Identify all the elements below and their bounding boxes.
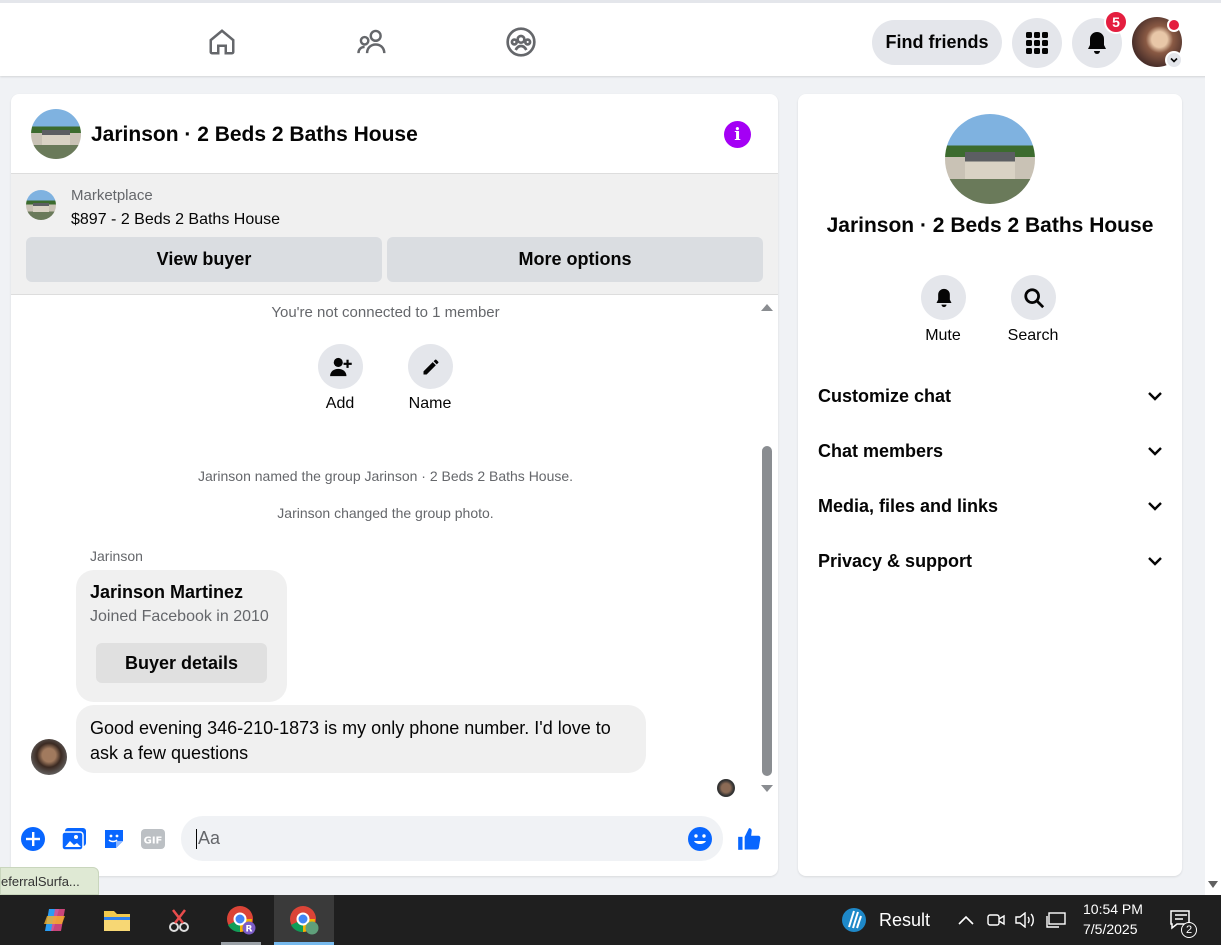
notification-count-badge: 5 — [1104, 10, 1128, 34]
apps-grid-icon[interactable] — [1012, 18, 1062, 68]
name-group-label: Name — [408, 395, 452, 412]
emoji-icon[interactable] — [687, 826, 713, 852]
chat-title[interactable]: Jarinson · 2 Beds 2 Baths House — [91, 123, 418, 147]
section-label: Chat members — [818, 440, 944, 461]
page-scroll-down-arrow[interactable] — [1208, 881, 1218, 889]
chevron-down-icon — [1148, 502, 1162, 511]
home-icon[interactable] — [205, 25, 239, 59]
svg-text:GIF: GIF — [144, 836, 163, 847]
chrome-profile-r-icon[interactable]: R — [213, 895, 269, 945]
message-input[interactable]: Aa — [181, 816, 723, 861]
sender-name: Jarinson — [90, 548, 143, 564]
network-icon[interactable] — [1044, 895, 1068, 945]
add-member-button[interactable] — [318, 344, 363, 389]
top-navigation-bar: Find friends 5 — [0, 0, 1221, 76]
buyer-joined-date: Joined Facebook in 2010 — [90, 608, 269, 625]
photo-gallery-icon[interactable] — [61, 826, 87, 852]
event-photo-changed: Jarinson changed the group photo. — [277, 505, 494, 521]
weather-icon[interactable] — [832, 895, 876, 945]
pencil-icon[interactable] — [408, 344, 453, 389]
chat-info-panel: Jarinson · 2 Beds 2 Baths House Mute Sea… — [798, 94, 1182, 876]
snipping-tool-icon[interactable] — [151, 895, 207, 945]
thumbs-up-icon[interactable] — [736, 826, 762, 852]
chevron-down-icon[interactable] — [1165, 51, 1183, 69]
section-label: Media, files and links — [818, 495, 999, 516]
chevron-down-icon — [1148, 557, 1162, 566]
event-group-named: Jarinson named the group Jarinson · 2 Be… — [197, 468, 574, 484]
search-icon[interactable] — [1011, 275, 1056, 320]
svg-text:R: R — [246, 925, 253, 935]
camera-share-icon[interactable] — [985, 895, 1007, 945]
add-member-label: Add — [325, 395, 355, 412]
scroll-down-arrow[interactable] — [760, 784, 774, 794]
section-customize-chat[interactable]: Customize chat — [818, 376, 1163, 416]
group-photo[interactable] — [31, 109, 81, 159]
windows-taskbar: R Result 10:54 PM 7/5/2025 2 — [0, 895, 1221, 945]
info-panel-title: Jarinson · 2 Beds 2 Baths House — [826, 214, 1154, 237]
chat-scrollbar-thumb[interactable] — [762, 446, 772, 776]
plus-circle-icon[interactable] — [20, 826, 46, 852]
browser-status-link: eferralSurfa... — [0, 867, 99, 895]
chevron-up-icon[interactable] — [955, 895, 977, 945]
copilot-icon[interactable] — [27, 895, 83, 945]
profile-alert-dot — [1167, 18, 1181, 32]
chevron-down-icon — [1148, 392, 1162, 401]
message-input-placeholder: Aa — [198, 828, 221, 848]
chat-panel: Jarinson · 2 Beds 2 Baths House i Market… — [11, 94, 778, 876]
weather-result-label[interactable]: Result — [879, 910, 930, 931]
gif-icon[interactable]: GIF — [140, 826, 166, 852]
scroll-up-arrow[interactable] — [760, 302, 774, 312]
notification-center-icon[interactable]: 2 — [1163, 895, 1199, 945]
find-friends-button[interactable]: Find friends — [872, 20, 1002, 65]
listing-thumbnail — [26, 190, 56, 220]
more-options-button[interactable]: More options — [387, 237, 763, 282]
notification-center-count: 2 — [1181, 922, 1197, 938]
seen-indicator-avatar — [717, 779, 735, 797]
text-caret — [196, 828, 197, 849]
mute-label[interactable]: Mute — [913, 327, 973, 345]
buyer-details-button[interactable]: Buyer details — [96, 643, 267, 683]
section-label: Privacy & support — [818, 550, 973, 571]
chevron-down-icon — [1148, 447, 1162, 456]
buyer-full-name: Jarinson Martinez — [90, 582, 244, 602]
system-clock[interactable]: 10:54 PM 7/5/2025 — [1083, 899, 1143, 939]
bell-icon[interactable] — [921, 275, 966, 320]
sticker-icon[interactable] — [101, 826, 127, 852]
file-explorer-icon[interactable] — [89, 895, 145, 945]
view-buyer-button[interactable]: View buyer — [26, 237, 382, 282]
clock-time: 10:54 PM — [1083, 901, 1143, 917]
listing-price-title: $897 - 2 Beds 2 Baths House — [71, 211, 281, 228]
page-scrollbar[interactable] — [1205, 76, 1221, 895]
section-media-files-links[interactable]: Media, files and links — [818, 486, 1163, 526]
message-bubble[interactable]: Good evening 346-210-1873 is my only pho… — [76, 705, 646, 773]
chrome-active-profile-icon[interactable] — [274, 895, 334, 945]
section-chat-members[interactable]: Chat members — [818, 431, 1163, 471]
friends-icon[interactable] — [355, 25, 389, 59]
volume-icon[interactable] — [1013, 895, 1037, 945]
section-label: Customize chat — [818, 385, 952, 406]
chat-header: Jarinson · 2 Beds 2 Baths House i — [11, 94, 778, 174]
sender-avatar[interactable] — [31, 739, 67, 775]
marketplace-label: Marketplace — [71, 187, 153, 204]
groups-icon[interactable] — [504, 25, 538, 59]
search-label[interactable]: Search — [1003, 327, 1063, 345]
clock-date: 7/5/2025 — [1083, 921, 1138, 937]
group-photo-large[interactable] — [945, 114, 1035, 204]
not-connected-notice: You're not connected to 1 member — [271, 304, 500, 321]
section-privacy-support[interactable]: Privacy & support — [818, 541, 1163, 581]
info-icon[interactable]: i — [724, 121, 751, 148]
